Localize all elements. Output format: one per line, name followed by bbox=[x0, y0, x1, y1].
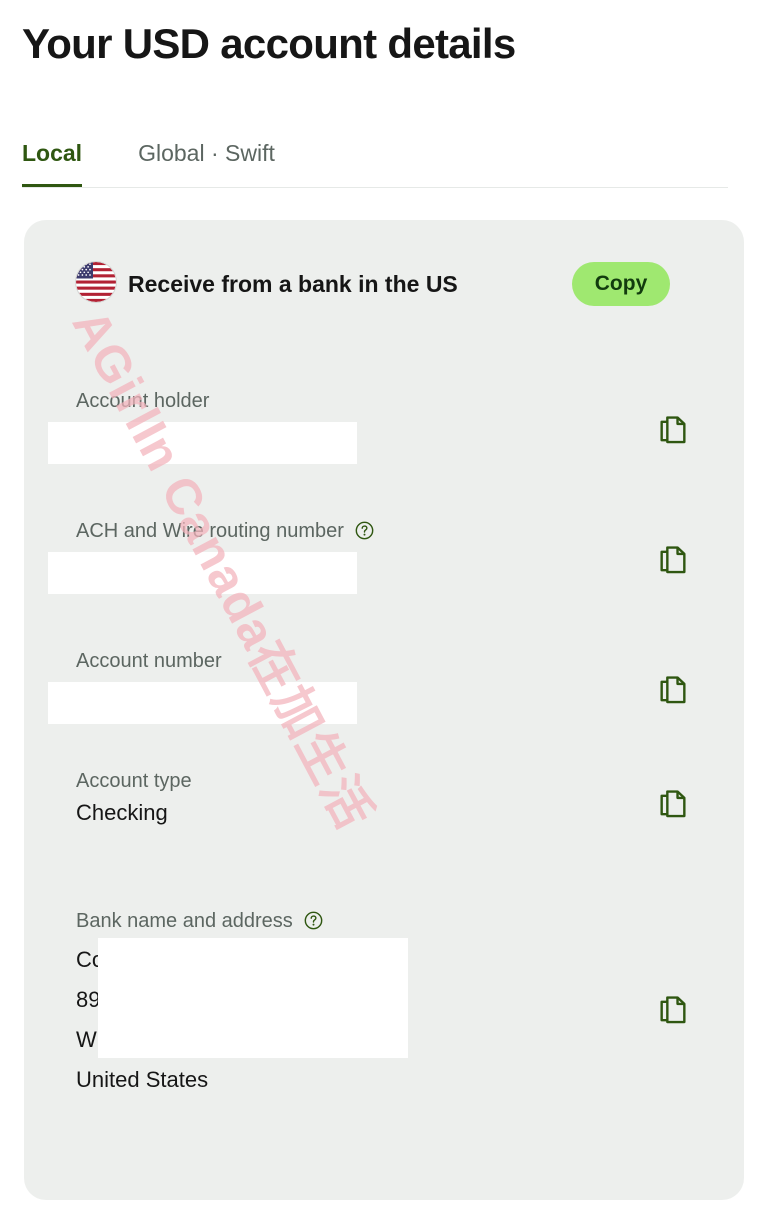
field-label-text: ACH and Wire routing number bbox=[76, 520, 344, 542]
redaction-box-account-holder bbox=[48, 422, 357, 464]
tab-strip: Local Global · Swift bbox=[22, 134, 331, 188]
account-details-card: Receive from a bank in the US Copy Accou… bbox=[24, 220, 744, 1200]
account-details-page: Your USD account details Local Global · … bbox=[0, 0, 768, 1219]
help-circle-icon[interactable] bbox=[304, 911, 323, 930]
field-label: Account holder bbox=[76, 390, 210, 412]
redaction-box-routing-number bbox=[48, 552, 357, 594]
tab-local[interactable]: Local bbox=[22, 134, 83, 188]
redaction-box-account-number bbox=[48, 682, 357, 724]
field-label: Account type bbox=[76, 770, 192, 792]
copy-icon-button-account-type[interactable] bbox=[656, 788, 690, 822]
copy-icon-button-account-holder[interactable] bbox=[656, 414, 690, 448]
field-label-text: Bank name and address bbox=[76, 910, 293, 932]
copy-icon-button-routing-number[interactable] bbox=[656, 544, 690, 578]
tab-baseline-divider bbox=[22, 187, 728, 188]
field-value-account-type: Checking bbox=[76, 800, 168, 825]
card-header: Receive from a bank in the US Copy bbox=[24, 220, 744, 350]
us-flag-icon bbox=[76, 262, 116, 302]
page-title: Your USD account details bbox=[22, 20, 516, 67]
card-header-title: Receive from a bank in the US bbox=[128, 271, 458, 297]
copy-icon-button-account-number[interactable] bbox=[656, 674, 690, 708]
tab-global-swift[interactable]: Global · Swift bbox=[138, 134, 275, 184]
field-label: Account number bbox=[76, 650, 222, 672]
help-circle-icon[interactable] bbox=[355, 521, 374, 540]
copy-all-button[interactable]: Copy bbox=[572, 262, 670, 306]
field-label: Bank name and address bbox=[76, 908, 323, 934]
copy-icon-button-bank-address[interactable] bbox=[656, 994, 690, 1028]
redaction-box-bank-address bbox=[98, 938, 408, 1058]
tab-bar: Local Global · Swift bbox=[22, 134, 728, 189]
field-label: ACH and Wire routing number bbox=[76, 518, 374, 544]
